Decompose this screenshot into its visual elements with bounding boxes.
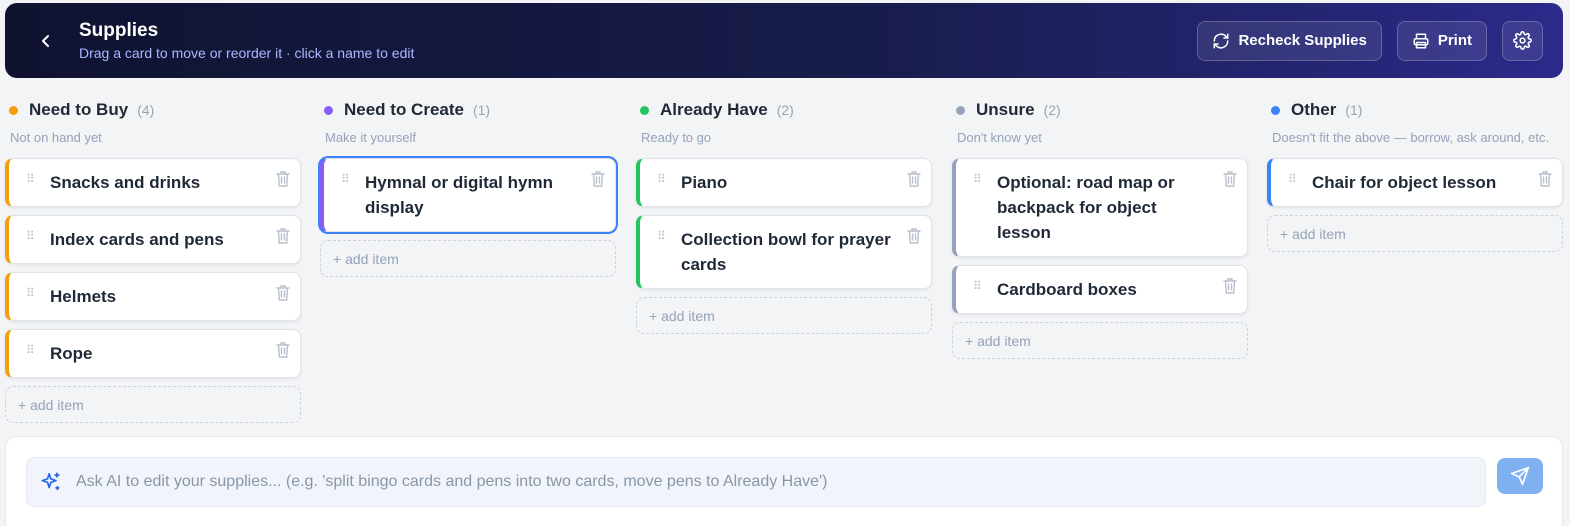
trash-icon[interactable] bbox=[275, 284, 291, 302]
column-count: (2) bbox=[776, 102, 794, 118]
send-button[interactable] bbox=[1497, 458, 1543, 494]
header-actions: Recheck Supplies Print bbox=[1197, 20, 1543, 61]
supply-card[interactable]: ⠿ Helmets bbox=[5, 272, 301, 321]
supply-card[interactable]: ⠿ Snacks and drinks bbox=[5, 158, 301, 207]
trash-icon[interactable] bbox=[906, 170, 922, 188]
column-title: Unsure bbox=[976, 100, 1035, 119]
column-header: Unsure (2) bbox=[952, 90, 1248, 130]
drag-handle-icon[interactable]: ⠿ bbox=[1288, 172, 1297, 186]
drag-handle-icon[interactable]: ⠿ bbox=[26, 286, 35, 300]
drag-handle-icon[interactable]: ⠿ bbox=[341, 172, 350, 186]
card-name[interactable]: Optional: road map or backpack for objec… bbox=[997, 170, 1207, 245]
column-other: Other (1) Doesn't fit the above — borrow… bbox=[1267, 90, 1563, 252]
column-header: Need to Buy (4) bbox=[5, 90, 301, 130]
supply-card[interactable]: ⠿ Hymnal or digital hymn display bbox=[320, 158, 616, 232]
status-dot bbox=[324, 105, 333, 115]
column-description: Not on hand yet bbox=[10, 130, 102, 145]
card-name[interactable]: Rope bbox=[50, 341, 93, 366]
chevron-left-icon bbox=[42, 34, 49, 47]
card-name[interactable]: Collection bowl for prayer cards bbox=[681, 227, 891, 277]
status-dot bbox=[640, 105, 649, 115]
title-block: Supplies Drag a card to move or reorder … bbox=[79, 20, 414, 62]
card-name[interactable]: Hymnal or digital hymn display bbox=[365, 170, 575, 220]
ai-edit-panel bbox=[5, 436, 1563, 526]
trash-icon[interactable] bbox=[590, 170, 606, 188]
drag-handle-icon[interactable]: ⠿ bbox=[26, 229, 35, 243]
page-title: Supplies bbox=[79, 19, 159, 41]
column-count: (1) bbox=[1345, 102, 1363, 118]
drag-handle-icon[interactable]: ⠿ bbox=[973, 172, 982, 186]
column-description: Ready to go bbox=[641, 130, 712, 145]
supply-card[interactable]: ⠿ Rope bbox=[5, 329, 301, 378]
ai-input-container[interactable] bbox=[26, 457, 1486, 507]
card-name[interactable]: Cardboard boxes bbox=[997, 277, 1137, 302]
printer-icon bbox=[1413, 33, 1429, 48]
drag-handle-icon[interactable]: ⠿ bbox=[973, 279, 982, 293]
column-description: Don't know yet bbox=[957, 130, 1042, 145]
column-already-have: Already Have (2) Ready to go ⠿ Piano ⠿ C… bbox=[636, 90, 932, 334]
column-count: (4) bbox=[137, 102, 155, 118]
column-title: Need to Buy bbox=[29, 100, 129, 119]
refresh-icon bbox=[1213, 33, 1229, 48]
card-name[interactable]: Piano bbox=[681, 170, 727, 195]
add-item-button[interactable]: + add item bbox=[320, 240, 616, 277]
column-header: Need to Create (1) bbox=[320, 90, 616, 130]
status-dot bbox=[9, 105, 18, 115]
drag-handle-icon[interactable]: ⠿ bbox=[657, 172, 666, 186]
ai-prompt-input[interactable] bbox=[76, 458, 1485, 506]
gear-icon bbox=[1513, 31, 1532, 50]
trash-icon[interactable] bbox=[275, 227, 291, 245]
send-icon bbox=[1510, 466, 1530, 486]
trash-icon[interactable] bbox=[1222, 170, 1238, 188]
column-title: Other bbox=[1291, 100, 1337, 119]
supply-card[interactable]: ⠿ Collection bowl for prayer cards bbox=[636, 215, 932, 289]
add-item-button[interactable]: + add item bbox=[952, 322, 1248, 359]
column-need-to-buy: Need to Buy (4) Not on hand yet ⠿ Snacks… bbox=[5, 90, 301, 423]
trash-icon[interactable] bbox=[1537, 170, 1553, 188]
supply-card[interactable]: ⠿ Chair for object lesson bbox=[1267, 158, 1563, 207]
add-item-button[interactable]: + add item bbox=[1267, 215, 1563, 252]
back-button[interactable] bbox=[31, 26, 61, 56]
page-header: Supplies Drag a card to move or reorder … bbox=[5, 3, 1563, 78]
trash-icon[interactable] bbox=[1222, 277, 1238, 295]
column-description: Make it yourself bbox=[325, 130, 417, 145]
page-subtitle: Drag a card to move or reorder it · clic… bbox=[79, 44, 415, 61]
supply-card[interactable]: ⠿ Piano bbox=[636, 158, 932, 207]
print-label: Print bbox=[1437, 32, 1472, 49]
settings-button[interactable] bbox=[1502, 20, 1543, 61]
column-title: Already Have bbox=[660, 100, 768, 119]
add-item-button[interactable]: + add item bbox=[636, 297, 932, 334]
column-count: (2) bbox=[1043, 102, 1061, 118]
supply-card[interactable]: ⠿ Optional: road map or backpack for obj… bbox=[952, 158, 1248, 257]
drag-handle-icon[interactable]: ⠿ bbox=[26, 172, 35, 186]
card-name[interactable]: Snacks and drinks bbox=[50, 170, 200, 195]
status-dot bbox=[956, 105, 965, 115]
drag-handle-icon[interactable]: ⠿ bbox=[26, 343, 35, 357]
supply-card[interactable]: ⠿ Cardboard boxes bbox=[952, 265, 1248, 314]
card-name[interactable]: Chair for object lesson bbox=[1312, 170, 1496, 195]
column-header: Other (1) bbox=[1267, 90, 1563, 130]
recheck-supplies-label: Recheck Supplies bbox=[1238, 32, 1367, 49]
column-need-to-create: Need to Create (1) Make it yourself ⠿ Hy… bbox=[320, 90, 616, 277]
sparkle-icon bbox=[41, 472, 60, 491]
card-name[interactable]: Index cards and pens bbox=[50, 227, 224, 252]
status-dot bbox=[1271, 105, 1280, 115]
recheck-supplies-button[interactable]: Recheck Supplies bbox=[1197, 20, 1382, 61]
column-header: Already Have (2) bbox=[636, 90, 932, 130]
column-title: Need to Create bbox=[344, 100, 464, 119]
print-button[interactable]: Print bbox=[1396, 20, 1487, 61]
trash-icon[interactable] bbox=[275, 341, 291, 359]
trash-icon[interactable] bbox=[906, 227, 922, 245]
column-unsure: Unsure (2) Don't know yet ⠿ Optional: ro… bbox=[952, 90, 1248, 359]
column-count: (1) bbox=[472, 102, 491, 118]
drag-handle-icon[interactable]: ⠿ bbox=[657, 229, 666, 243]
add-item-button[interactable]: + add item bbox=[5, 386, 301, 423]
column-description: Doesn't fit the above — borrow, ask arou… bbox=[1272, 130, 1550, 145]
card-name[interactable]: Helmets bbox=[50, 284, 116, 309]
supply-card[interactable]: ⠿ Index cards and pens bbox=[5, 215, 301, 264]
trash-icon[interactable] bbox=[275, 170, 291, 188]
